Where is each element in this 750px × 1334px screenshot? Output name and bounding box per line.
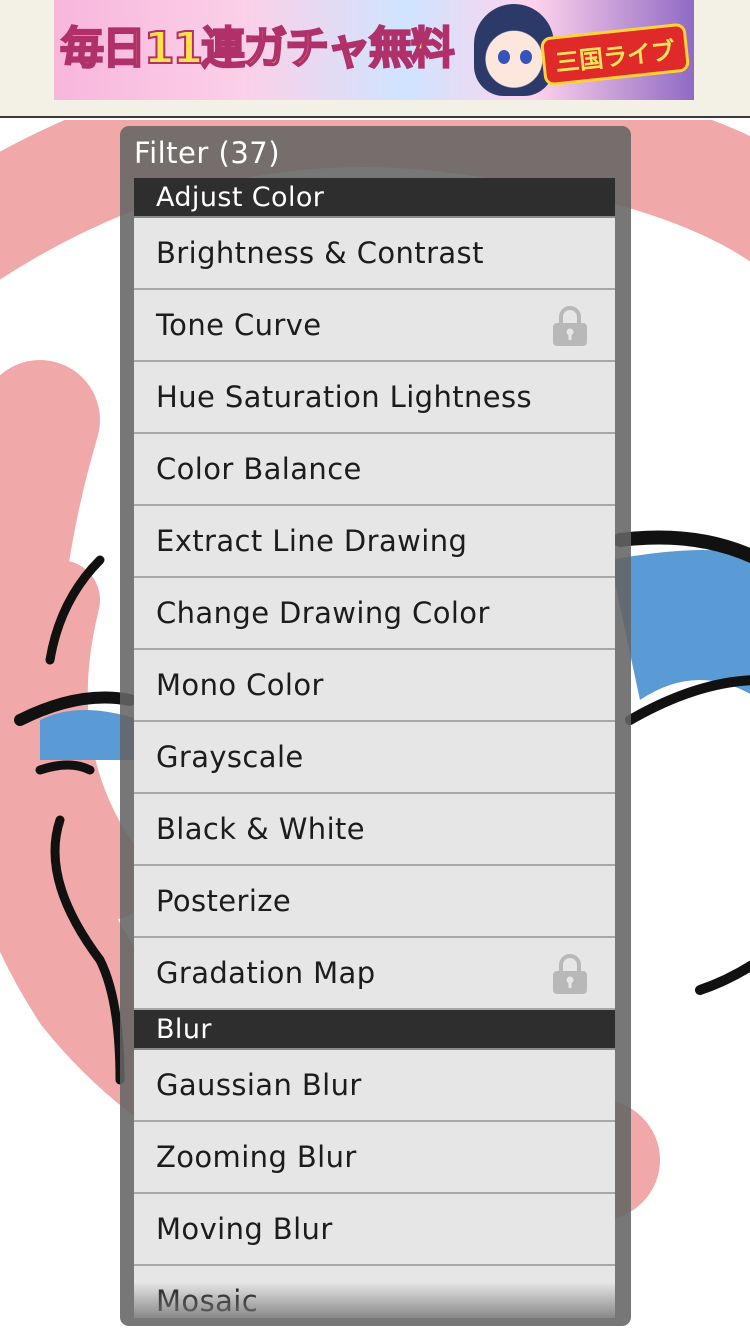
- filter-item-label: Hue Saturation Lightness: [156, 380, 533, 414]
- filter-item-gradation-map[interactable]: Gradation Map: [134, 938, 615, 1010]
- filter-panel: Filter (37) Adjust Color Brightness & Co…: [120, 126, 631, 1326]
- lock-icon: [553, 306, 587, 346]
- filter-item-grayscale[interactable]: Grayscale: [134, 722, 615, 794]
- filter-item-label: Change Drawing Color: [156, 596, 490, 630]
- ad-logo: 三国ライブ: [539, 22, 691, 87]
- filter-item-color-balance[interactable]: Color Balance: [134, 434, 615, 506]
- panel-title: Filter (37): [134, 136, 281, 170]
- filter-item-label: Mono Color: [156, 668, 324, 702]
- filter-item-change-drawing-color[interactable]: Change Drawing Color: [134, 578, 615, 650]
- ad-bar: 毎日11連ガチャ無料 三国ライブ: [0, 0, 750, 118]
- filter-item-zooming-blur[interactable]: Zooming Blur: [134, 1122, 615, 1194]
- ad-headline: 毎日11連ガチャ無料: [59, 22, 456, 75]
- filter-item-extract-line-drawing[interactable]: Extract Line Drawing: [134, 506, 615, 578]
- filter-item-label: Extract Line Drawing: [156, 524, 468, 558]
- filter-item-label: Moving Blur: [156, 1212, 333, 1246]
- filter-item-label: Brightness & Contrast: [156, 236, 484, 270]
- section-header-blur: Blur: [134, 1010, 615, 1050]
- filter-item-label: Gradation Map: [156, 956, 376, 990]
- filter-item-hue-saturation-lightness[interactable]: Hue Saturation Lightness: [134, 362, 615, 434]
- filter-item-label: Mosaic: [156, 1284, 259, 1318]
- filter-item-label: Tone Curve: [156, 308, 322, 342]
- filter-item-label: Gaussian Blur: [156, 1068, 362, 1102]
- filter-item-label: Posterize: [156, 884, 292, 918]
- filter-item-tone-curve[interactable]: Tone Curve: [134, 290, 615, 362]
- filter-item-mono-color[interactable]: Mono Color: [134, 650, 615, 722]
- filter-item-brightness-contrast[interactable]: Brightness & Contrast: [134, 218, 615, 290]
- filter-item-black-white[interactable]: Black & White: [134, 794, 615, 866]
- filter-item-label: Color Balance: [156, 452, 362, 486]
- ad-banner[interactable]: 毎日11連ガチャ無料 三国ライブ: [54, 0, 694, 100]
- filter-item-gaussian-blur[interactable]: Gaussian Blur: [134, 1050, 615, 1122]
- filter-item-label: Black & White: [156, 812, 366, 846]
- filter-item-posterize[interactable]: Posterize: [134, 866, 615, 938]
- filter-list[interactable]: Adjust Color Brightness & Contrast Tone …: [134, 178, 615, 1318]
- filter-item-label: Zooming Blur: [156, 1140, 357, 1174]
- filter-item-moving-blur[interactable]: Moving Blur: [134, 1194, 615, 1266]
- section-header-adjust-color: Adjust Color: [134, 178, 615, 218]
- filter-item-label: Grayscale: [156, 740, 304, 774]
- lock-icon: [553, 954, 587, 994]
- filter-item-mosaic[interactable]: Mosaic: [134, 1266, 615, 1318]
